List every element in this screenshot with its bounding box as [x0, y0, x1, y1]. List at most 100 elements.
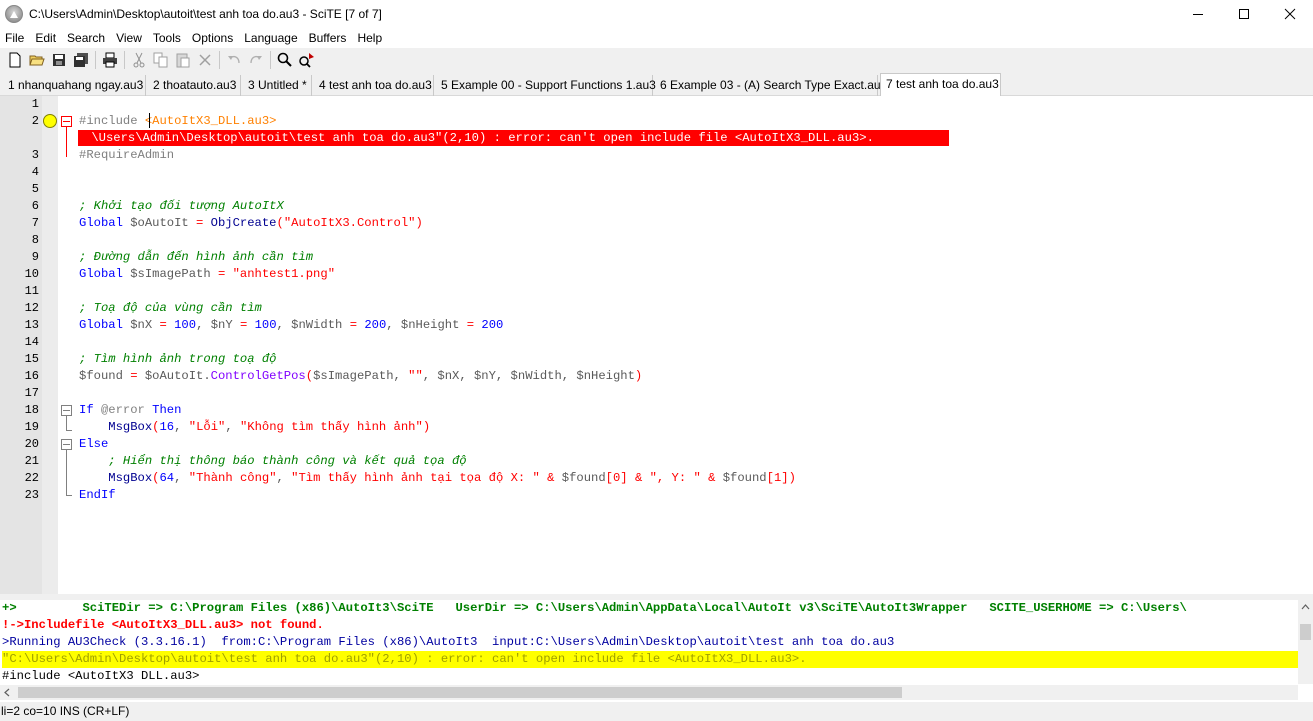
- code-line-10: Global $sImagePath = "anhtest1.png": [79, 266, 335, 283]
- scroll-left-icon[interactable]: [0, 685, 15, 700]
- paren-token: (: [276, 216, 284, 230]
- variable-token: $sImagePath,: [313, 369, 409, 383]
- separator-token: ,: [174, 420, 189, 434]
- status-bar: li=2 co=10 INS (CR+LF): [0, 702, 1313, 721]
- operator-token: =: [466, 318, 475, 332]
- undo-button[interactable]: [223, 49, 245, 71]
- delete-button[interactable]: [194, 49, 216, 71]
- menu-language[interactable]: Language: [239, 31, 302, 45]
- undo-icon: [228, 56, 240, 64]
- function-token: ObjCreate: [203, 216, 277, 230]
- function-token: MsgBox: [79, 471, 153, 485]
- tab-buffer-5[interactable]: 5 Example 00 - Support Functions 1.au3: [436, 75, 656, 96]
- variable-token: $found: [722, 471, 767, 485]
- string-token: ", Y: ": [649, 471, 701, 485]
- find-button[interactable]: [274, 49, 296, 71]
- line-number: 11: [24, 284, 39, 298]
- scroll-up-icon[interactable]: [1298, 600, 1313, 615]
- keyword-token: Else: [79, 437, 109, 451]
- tab-buffer-3[interactable]: 3 Untitled *: [243, 75, 312, 96]
- line-number: 8: [31, 233, 39, 247]
- separator-token: ,: [225, 420, 240, 434]
- tab-buffer-4[interactable]: 4 test anh toa do.au3: [314, 75, 434, 96]
- scrollbar-thumb[interactable]: [1300, 624, 1311, 640]
- buffer-tabs: 1 nhanquahang ngay.au3 2 thoatauto.au3 3…: [0, 72, 1313, 96]
- keyword-token: Global: [79, 267, 123, 281]
- keyword-token: Global: [79, 318, 123, 332]
- index-token: [0]: [605, 471, 628, 485]
- replace-button[interactable]: [296, 49, 318, 71]
- variable-token: $found: [561, 471, 606, 485]
- line-number: 3: [31, 148, 39, 162]
- line-number: 17: [24, 386, 39, 400]
- scrollbar-thumb[interactable]: [18, 687, 902, 698]
- line-number: 10: [24, 267, 39, 281]
- paste-button[interactable]: [172, 49, 194, 71]
- fold-toggle-icon[interactable]: [61, 439, 72, 450]
- include-path-token: <AutoItX3_DLL.au3>: [144, 114, 277, 128]
- fold-margin[interactable]: [58, 96, 74, 594]
- directive-token: #RequireAdmin: [79, 148, 175, 162]
- output-horizontal-scrollbar[interactable]: [0, 685, 1298, 700]
- tab-buffer-7[interactable]: 7 test anh toa do.au3: [880, 73, 1001, 96]
- menu-file[interactable]: File: [0, 31, 29, 45]
- variable-token: , $nY: [196, 318, 240, 332]
- tab-buffer-2[interactable]: 2 thoatauto.au3: [148, 75, 241, 96]
- line-number: 20: [24, 437, 39, 451]
- replace-icon: [299, 53, 314, 68]
- menu-help[interactable]: Help: [352, 31, 387, 45]
- output-vertical-scrollbar[interactable]: [1298, 600, 1313, 684]
- line-number: 14: [24, 335, 39, 349]
- code-line-23: EndIf: [79, 487, 116, 504]
- menu-search[interactable]: Search: [62, 31, 110, 45]
- cut-button[interactable]: [128, 49, 150, 71]
- maximize-button[interactable]: [1221, 0, 1267, 28]
- line-number: 23: [24, 488, 39, 502]
- open-button[interactable]: [26, 49, 48, 71]
- menu-buffers[interactable]: Buffers: [304, 31, 352, 45]
- save-button[interactable]: [48, 49, 70, 71]
- paren-token: ): [788, 471, 796, 485]
- string-token: "Tìm thấy hình ảnh tại tọa độ X: ": [291, 471, 540, 485]
- tab-buffer-6[interactable]: 6 Example 03 - (A) Search Type Exact.au3: [655, 75, 887, 96]
- tab-buffer-1[interactable]: 1 nhanquahang ngay.au3: [3, 75, 146, 96]
- output-pane[interactable]: +> SciTEDir => C:\Program Files (x86)\Au…: [0, 600, 1313, 702]
- paren-token: ): [422, 420, 431, 434]
- output-line: #include <AutoItX3 DLL.au3>: [2, 669, 200, 683]
- paste-icon: [176, 53, 190, 68]
- output-error-line[interactable]: "C:\Users\Admin\Desktop\autoit\test anh …: [2, 651, 1298, 668]
- paren-token: (: [305, 369, 314, 383]
- code-editor[interactable]: 1 2 3 4 5 6 7 8 9 10 11 12 13 14 15 16 1…: [0, 96, 1313, 594]
- code-line-19: MsgBox(16, "Lỗi", "Không tìm thấy hình ả…: [79, 419, 430, 436]
- comment-token: ; Hiển thị thông báo thành công và kết q…: [79, 454, 467, 468]
- save-all-button[interactable]: [70, 49, 92, 71]
- close-button[interactable]: [1267, 0, 1313, 28]
- number-token: 200: [357, 318, 387, 332]
- method-token: ControlGetPos: [210, 369, 306, 383]
- new-file-button[interactable]: [4, 49, 26, 71]
- toolbar: [0, 48, 1313, 72]
- inline-error-annotation: \Users\Admin\Desktop\autoit\test anh toa…: [78, 130, 949, 146]
- menu-view[interactable]: View: [111, 31, 147, 45]
- operator-token: &: [539, 471, 562, 485]
- line-number: 2: [31, 114, 39, 128]
- menu-tools[interactable]: Tools: [148, 31, 186, 45]
- directive-token: #include: [79, 114, 145, 128]
- fold-toggle-icon[interactable]: [61, 116, 72, 127]
- variable-token: , $nX, $nY, $nWidth, $nHeight: [422, 369, 635, 383]
- minimize-button[interactable]: [1175, 0, 1221, 28]
- line-number: 19: [24, 420, 39, 434]
- code-line-18: If @error Then: [79, 402, 181, 419]
- code-line-13: Global $nX = 100, $nY = 100, $nWidth = 2…: [79, 317, 503, 334]
- scite-icon[interactable]: [5, 5, 23, 23]
- comment-token: ; Khởi tạo đối tượng AutoItX: [79, 199, 284, 213]
- redo-icon: [250, 56, 262, 64]
- print-button[interactable]: [99, 49, 121, 71]
- redo-button[interactable]: [245, 49, 267, 71]
- output-line: +> SciTEDir => C:\Program Files (x86)\Au…: [2, 601, 1187, 615]
- copy-button[interactable]: [150, 49, 172, 71]
- menu-options[interactable]: Options: [187, 31, 238, 45]
- menu-edit[interactable]: Edit: [30, 31, 61, 45]
- fold-toggle-icon[interactable]: [61, 405, 72, 416]
- marker-margin[interactable]: [42, 96, 58, 594]
